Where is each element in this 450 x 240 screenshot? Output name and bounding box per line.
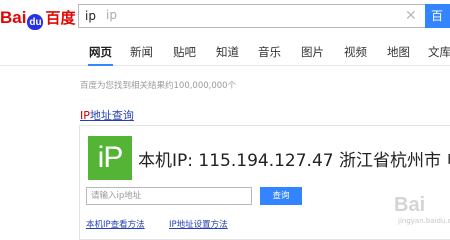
search-input[interactable]: [85, 6, 385, 26]
watermark-text: Bai: [394, 194, 426, 216]
result-title-text: 地址查询: [89, 109, 134, 122]
tab-wenku[interactable]: 文库: [428, 44, 450, 60]
tab-map[interactable]: 地图: [387, 44, 410, 60]
ip-query-button[interactable]: 查询: [260, 187, 302, 205]
ip-logo-icon: iP: [88, 136, 132, 180]
tab-news[interactable]: 新闻: [130, 44, 153, 60]
tab-tieba[interactable]: 贴吧: [173, 44, 196, 60]
result-title-link[interactable]: IP地址查询: [80, 107, 134, 123]
result-title-highlight: IP: [80, 109, 90, 122]
logo-text-bai: Bai: [0, 8, 27, 27]
search-suggestion-hint: ip: [106, 8, 117, 22]
clear-icon[interactable]: ✕: [405, 8, 417, 24]
tab-music[interactable]: 音乐: [258, 44, 281, 60]
watermark-sub: jingyan.baidu.com: [398, 217, 450, 225]
tab-zhidao[interactable]: 知道: [216, 44, 239, 60]
search-button[interactable]: 百: [425, 4, 450, 28]
ip-view-method-link[interactable]: 本机IP查看方法: [86, 218, 145, 230]
result-count: 百度为您找到相关结果约100,000,000个: [80, 81, 237, 91]
baidu-logo[interactable]: Bai du 百度: [0, 8, 76, 30]
top-bar: Baidu百度 ip ✕ 百: [0, 0, 450, 34]
tab-web[interactable]: 网页: [88, 44, 113, 66]
tab-images[interactable]: 图片: [301, 44, 324, 60]
search-box[interactable]: ip ✕: [78, 4, 425, 28]
ip-setting-method-link[interactable]: IP地址设置方法: [169, 218, 228, 230]
ip-address-text: 本机IP: 115.194.127.47 浙江省杭州市 电: [138, 151, 450, 171]
logo-text-cn: 百度: [45, 9, 76, 27]
ip-query-input[interactable]: [86, 187, 252, 205]
tab-video[interactable]: 视频: [344, 44, 367, 60]
baidu-jingyan-watermark: Bai jingyan.baidu.com: [382, 190, 450, 230]
search-tabs: 网页 新闻 贴吧 知道 音乐 图片 视频 地图 文库: [0, 34, 450, 66]
paw-icon: du: [27, 14, 44, 30]
